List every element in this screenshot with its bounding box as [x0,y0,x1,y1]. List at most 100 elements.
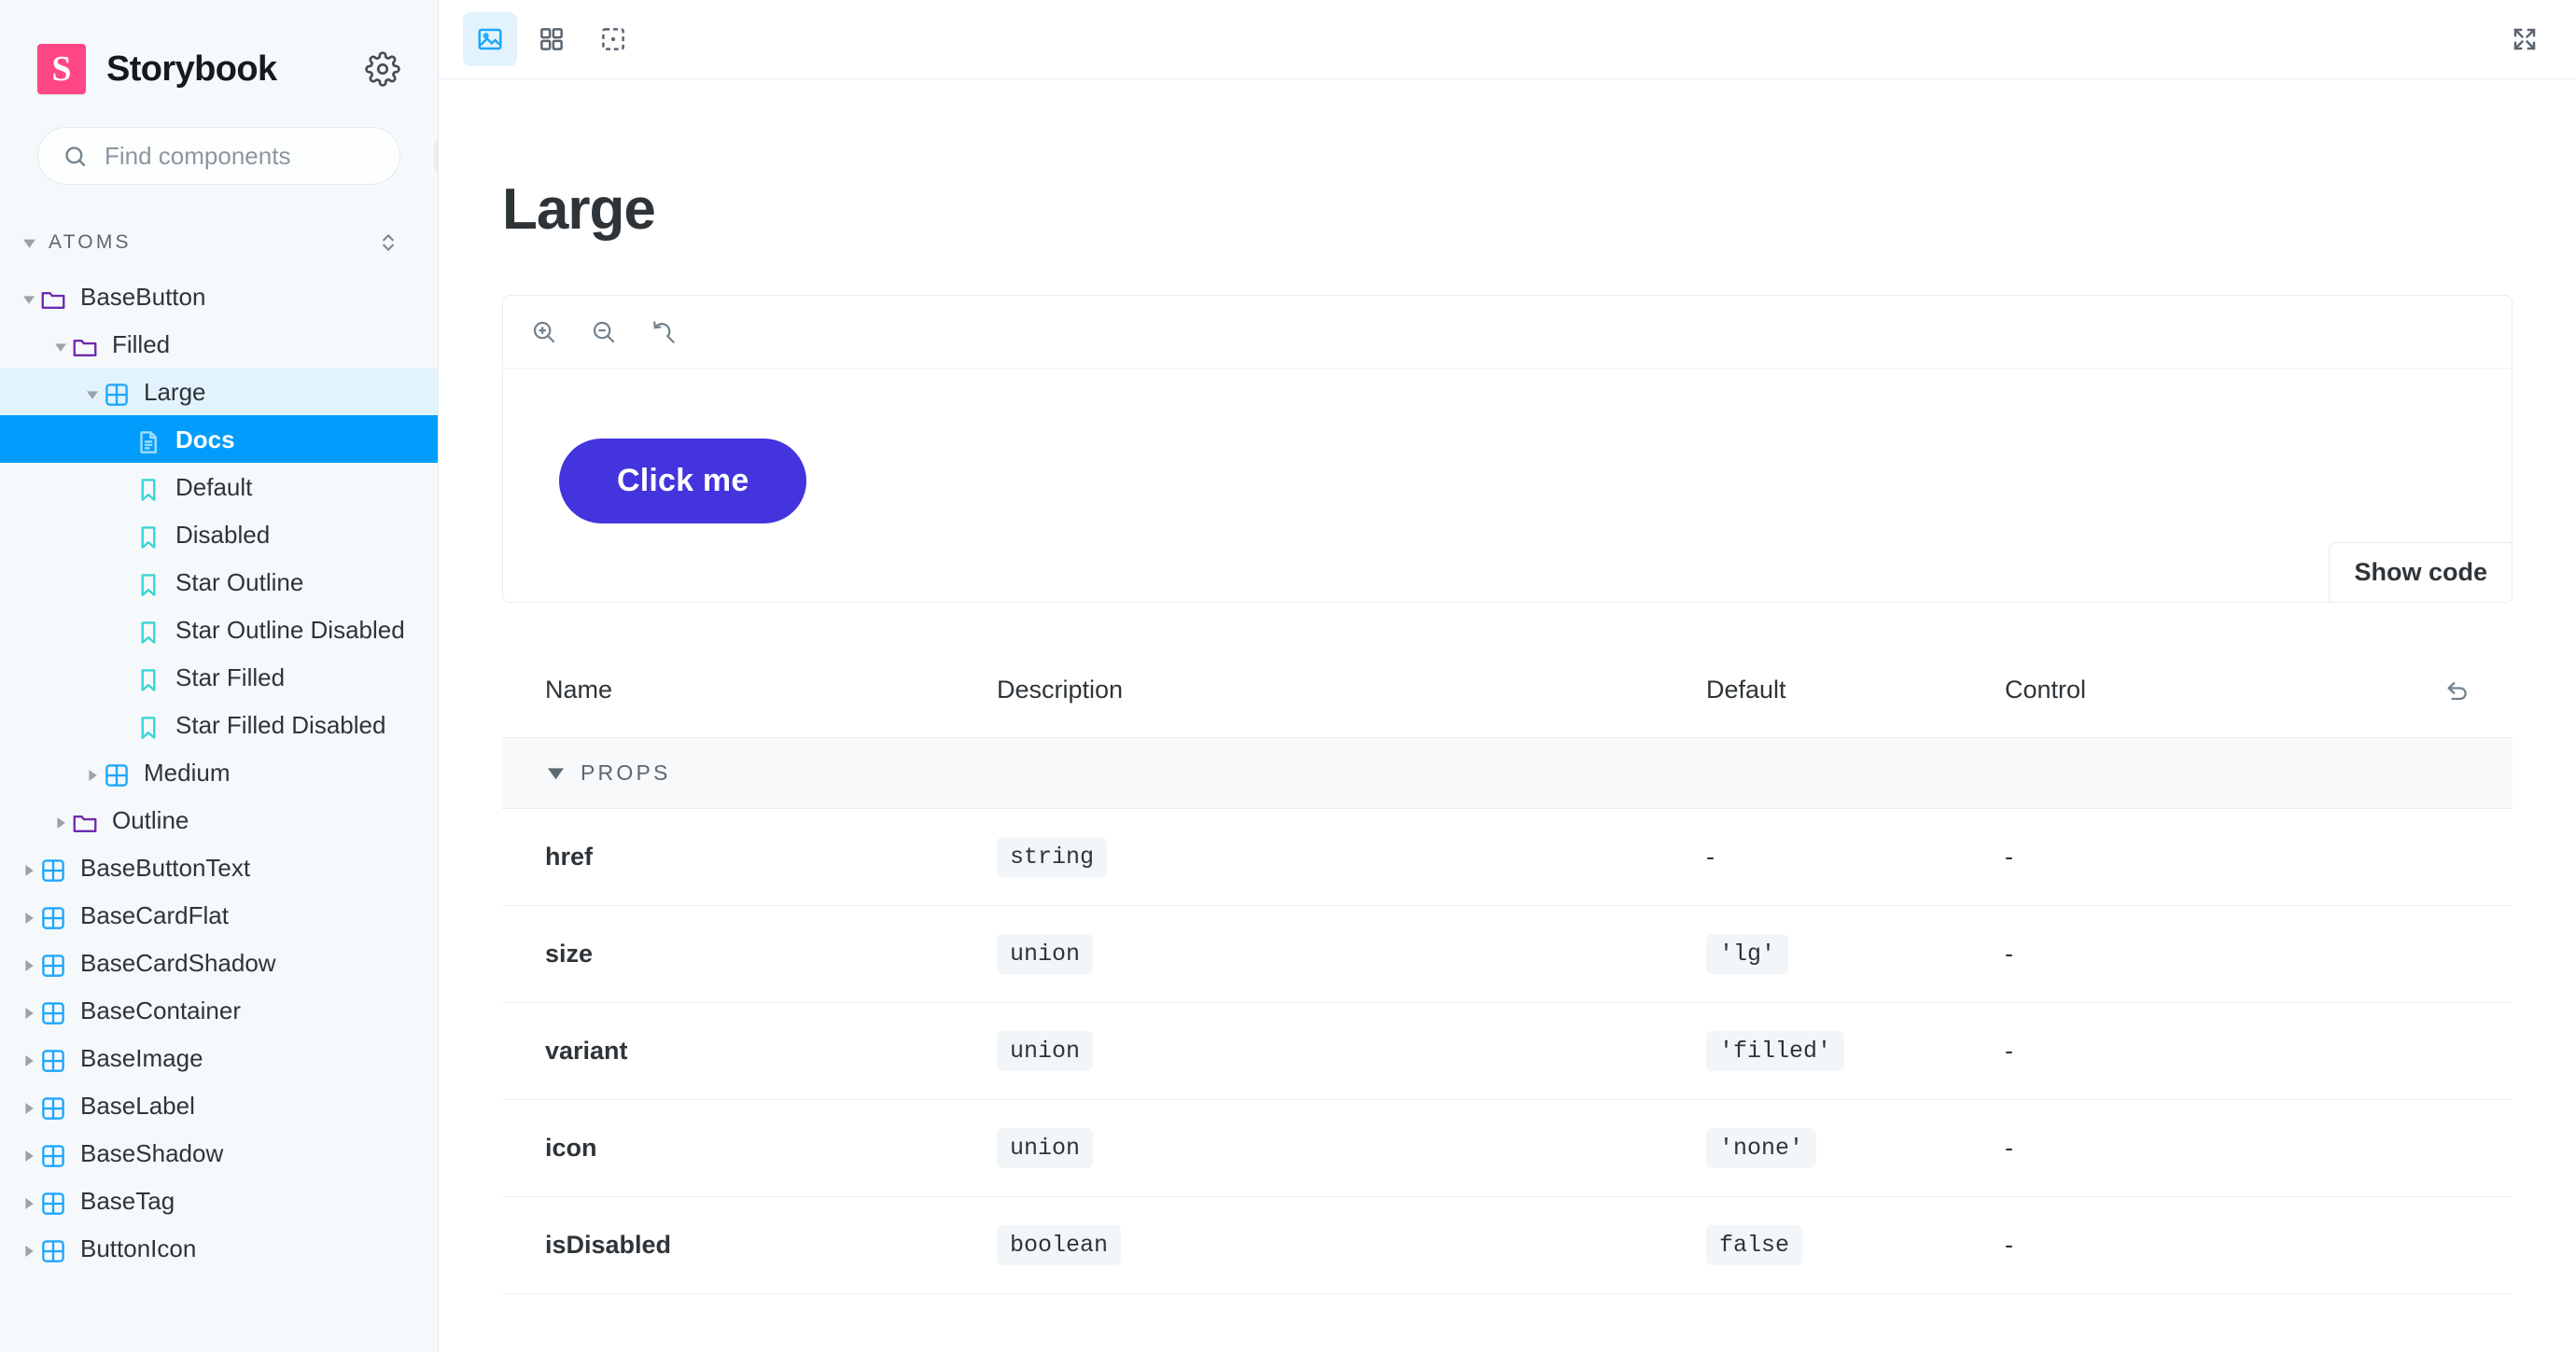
tree-item-large[interactable]: Large [0,368,438,415]
prop-default-cell: - [1706,808,2005,905]
tree-item-label: Medium [144,752,245,787]
prop-spacer-cell [2434,905,2513,1002]
prop-name: isDisabled [502,1196,997,1293]
reset-controls-icon[interactable] [2443,677,2471,705]
tree-item-star-outline-disabled[interactable]: Star Outline Disabled [0,606,438,653]
column-header-control: Control [2005,676,2434,737]
chevron-right-icon[interactable] [19,1142,39,1170]
tree-item-docs[interactable]: Docs [0,415,438,463]
zoom-reset-icon[interactable] [639,308,688,356]
prop-type-pill: string [997,837,1107,877]
chevron-right-icon[interactable] [19,1237,39,1265]
click-me-button[interactable]: Click me [559,439,806,523]
selection-icon[interactable] [586,12,640,66]
twisty-spacer [114,571,134,599]
table-row: iconunion 'none' - [502,1099,2513,1196]
prop-spacer-cell [2434,808,2513,905]
tree-item-basetag[interactable]: BaseTag [0,1177,438,1224]
table-row: isDisabledbooleanfalse- [502,1196,2513,1293]
tree-item-default[interactable]: Default [0,463,438,510]
prop-control-cell[interactable]: - [2005,1196,2434,1293]
props-group-row[interactable]: PROPS [502,737,2513,808]
tree-item-star-filled-disabled[interactable]: Star Filled Disabled [0,701,438,748]
chevron-right-icon[interactable] [82,761,103,789]
props-table-header-row: Name Description Default Control [502,676,2513,737]
gear-icon[interactable] [365,51,400,87]
prop-default-value: 'none' [1706,1128,1816,1168]
search-box[interactable]: / [37,127,400,185]
chevron-right-icon[interactable] [19,999,39,1027]
chevron-right-icon[interactable] [19,952,39,980]
chevron-right-icon[interactable] [19,904,39,932]
tree-item-label: Star Outline [175,562,318,596]
tree-item-star-filled[interactable]: Star Filled [0,653,438,701]
tree-item-baseshadow[interactable]: BaseShadow [0,1129,438,1177]
story-bookmark-icon [134,571,162,599]
prop-control-value: - [2005,1134,2013,1162]
prop-control-value: - [2005,940,2013,968]
tree-item-buttonicon[interactable]: ButtonIcon [0,1224,438,1272]
chevron-down-icon[interactable] [19,286,39,314]
tree-item-basebuttontext[interactable]: BaseButtonText [0,843,438,891]
tree-item-medium[interactable]: Medium [0,748,438,796]
twisty-spacer [114,619,134,647]
folder-icon [71,333,99,361]
zoom-out-icon[interactable] [580,308,628,356]
tree-item-baseimage[interactable]: BaseImage [0,1034,438,1081]
expand-all-icon[interactable] [376,230,400,255]
component-icon [39,1094,67,1122]
zoom-in-icon[interactable] [520,308,568,356]
column-header-name: Name [502,676,997,737]
section-header-atoms[interactable]: ATOMS [0,222,438,263]
story-bookmark-icon [134,714,162,742]
grid-icon[interactable] [525,12,579,66]
prop-name: icon [502,1099,997,1196]
chevron-right-icon[interactable] [50,809,71,837]
prop-control-cell[interactable]: - [2005,905,2434,1002]
preview-body: Click me [503,369,2512,602]
chevron-right-icon[interactable] [19,1094,39,1122]
chevron-right-icon[interactable] [19,1190,39,1218]
tree-item-basecardshadow[interactable]: BaseCardShadow [0,939,438,986]
component-icon [103,381,131,409]
prop-control-cell[interactable]: - [2005,1002,2434,1099]
tree-item-outline[interactable]: Outline [0,796,438,843]
table-row: hrefstring-- [502,808,2513,905]
prop-description-cell: boolean [997,1196,1706,1293]
tree-item-label: BaseShadow [80,1133,238,1167]
fullscreen-icon[interactable] [2498,12,2552,66]
chevron-right-icon[interactable] [19,1047,39,1075]
show-code-button[interactable]: Show code [2329,542,2513,603]
tree-item-label: Large [144,371,221,406]
tree-item-basebutton[interactable]: BaseButton [0,272,438,320]
tree-item-star-outline[interactable]: Star Outline [0,558,438,606]
tree-item-filled[interactable]: Filled [0,320,438,368]
prop-type-pill: union [997,1128,1093,1168]
tree-item-baselabel[interactable]: BaseLabel [0,1081,438,1129]
tree-item-label: BaseButtonText [80,847,265,882]
chevron-down-icon[interactable] [50,333,71,361]
tree-item-basecardflat[interactable]: BaseCardFlat [0,891,438,939]
image-icon[interactable] [463,12,517,66]
prop-control-cell[interactable]: - [2005,808,2434,905]
prop-control-cell[interactable]: - [2005,1099,2434,1196]
twisty-spacer [114,476,134,504]
brand[interactable]: S Storybook [37,44,365,94]
prop-spacer-cell [2434,1002,2513,1099]
component-icon [103,761,131,789]
chevron-right-icon[interactable] [19,857,39,885]
component-icon [39,952,67,980]
preview-toolbar-top [439,0,2576,79]
tree-item-disabled[interactable]: Disabled [0,510,438,558]
tree-item-basecontainer[interactable]: BaseContainer [0,986,438,1034]
tree-item-label: BaseLabel [80,1085,210,1120]
prop-default-value: 'filled' [1706,1031,1844,1071]
tree-item-label: BaseImage [80,1038,218,1072]
prop-description-cell: string [997,808,1706,905]
search-input[interactable] [105,142,417,171]
sidebar-fade [0,1326,437,1352]
chevron-down-icon [19,232,39,253]
chevron-down-icon[interactable] [82,381,103,409]
component-icon [39,1047,67,1075]
tree-item-label: BaseContainer [80,990,256,1024]
